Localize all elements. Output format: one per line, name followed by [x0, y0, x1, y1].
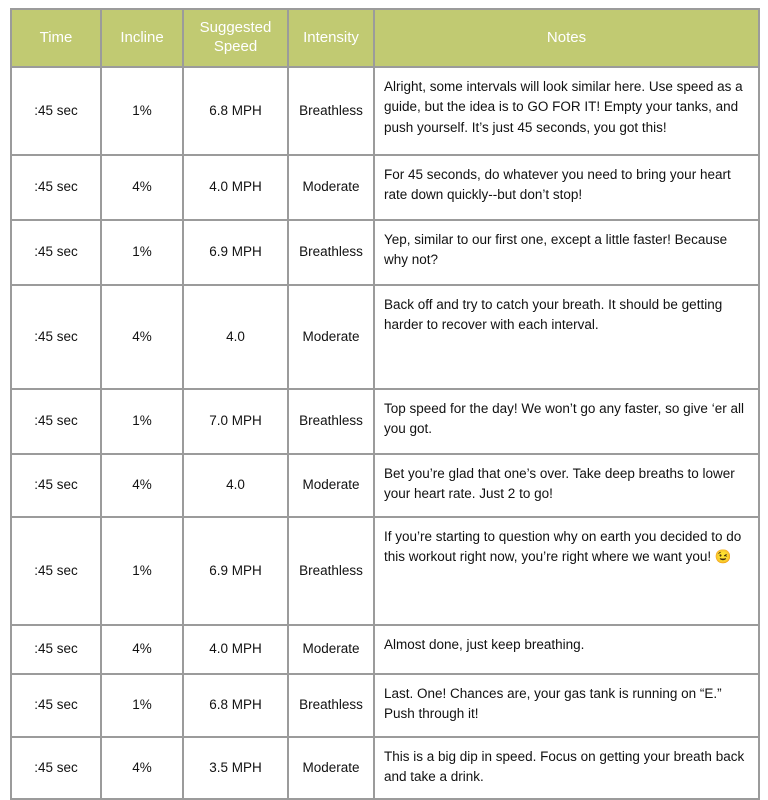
cell-speed: 4.0 MPH — [182, 154, 289, 221]
table-row: :45 sec 4% 4.0 MPH Moderate For 45 secon… — [10, 154, 760, 221]
table-row: :45 sec 1% 6.9 MPH Breathless If you’re … — [10, 516, 760, 626]
cell-incline: 1% — [100, 516, 184, 626]
cell-speed: 6.9 MPH — [182, 219, 289, 286]
column-header-intensity: Intensity — [287, 8, 375, 68]
cell-notes: Back off and try to catch your breath. I… — [373, 284, 760, 390]
cell-notes: Yep, similar to our first one, except a … — [373, 219, 760, 286]
cell-intensity: Moderate — [287, 284, 375, 390]
cell-notes: Bet you’re glad that one’s over. Take de… — [373, 453, 760, 518]
cell-intensity: Moderate — [287, 154, 375, 221]
cell-intensity: Breathless — [287, 219, 375, 286]
cell-intensity: Moderate — [287, 453, 375, 518]
cell-notes: Top speed for the day! We won’t go any f… — [373, 388, 760, 455]
cell-time: :45 sec — [10, 284, 102, 390]
column-header-suggested-speed: Suggested Speed — [182, 8, 289, 68]
cell-speed: 4.0 MPH — [182, 624, 289, 675]
cell-notes: Alright, some intervals will look simila… — [373, 66, 760, 156]
cell-incline: 1% — [100, 219, 184, 286]
cell-speed: 7.0 MPH — [182, 388, 289, 455]
column-header-notes: Notes — [373, 8, 760, 68]
cell-notes: If you’re starting to question why on ea… — [373, 516, 760, 626]
cell-intensity: Breathless — [287, 516, 375, 626]
table-row: :45 sec 4% 4.0 MPH Moderate Almost done,… — [10, 624, 760, 675]
cell-time: :45 sec — [10, 388, 102, 455]
table-body: :45 sec 1% 6.8 MPH Breathless Alright, s… — [10, 66, 760, 800]
cell-intensity: Breathless — [287, 388, 375, 455]
cell-time: :45 sec — [10, 736, 102, 800]
cell-speed: 4.0 — [182, 284, 289, 390]
cell-time: :45 sec — [10, 516, 102, 626]
table-row: :45 sec 4% 3.5 MPH Moderate This is a bi… — [10, 736, 760, 800]
cell-notes: Almost done, just keep breathing. — [373, 624, 760, 675]
column-header-incline: Incline — [100, 8, 184, 68]
cell-intensity: Breathless — [287, 66, 375, 156]
cell-notes: This is a big dip in speed. Focus on get… — [373, 736, 760, 800]
cell-time: :45 sec — [10, 219, 102, 286]
table-row: :45 sec 1% 6.9 MPH Breathless Yep, simil… — [10, 219, 760, 286]
table-row: :45 sec 1% 6.8 MPH Breathless Alright, s… — [10, 66, 760, 156]
cell-incline: 1% — [100, 66, 184, 156]
cell-time: :45 sec — [10, 66, 102, 156]
column-header-time: Time — [10, 8, 102, 68]
cell-notes: For 45 seconds, do whatever you need to … — [373, 154, 760, 221]
table-header-row: Time Incline Suggested Speed Intensity N… — [10, 8, 760, 68]
table-row: :45 sec 1% 7.0 MPH Breathless Top speed … — [10, 388, 760, 455]
cell-speed: 6.8 MPH — [182, 66, 289, 156]
cell-incline: 4% — [100, 284, 184, 390]
cell-time: :45 sec — [10, 624, 102, 675]
cell-incline: 4% — [100, 736, 184, 800]
cell-incline: 4% — [100, 453, 184, 518]
cell-time: :45 sec — [10, 154, 102, 221]
cell-incline: 4% — [100, 624, 184, 675]
workout-table-container: Time Incline Suggested Speed Intensity N… — [0, 0, 768, 800]
cell-intensity: Moderate — [287, 736, 375, 800]
cell-speed: 4.0 — [182, 453, 289, 518]
table-row: :45 sec 4% 4.0 Moderate Back off and try… — [10, 284, 760, 390]
cell-time: :45 sec — [10, 453, 102, 518]
cell-incline: 1% — [100, 388, 184, 455]
cell-speed: 6.9 MPH — [182, 516, 289, 626]
cell-incline: 4% — [100, 154, 184, 221]
cell-intensity: Moderate — [287, 624, 375, 675]
cell-speed: 3.5 MPH — [182, 736, 289, 800]
workout-interval-table: Time Incline Suggested Speed Intensity N… — [10, 8, 760, 800]
table-header: Time Incline Suggested Speed Intensity N… — [10, 8, 760, 68]
table-row: :45 sec 4% 4.0 Moderate Bet you’re glad … — [10, 453, 760, 518]
